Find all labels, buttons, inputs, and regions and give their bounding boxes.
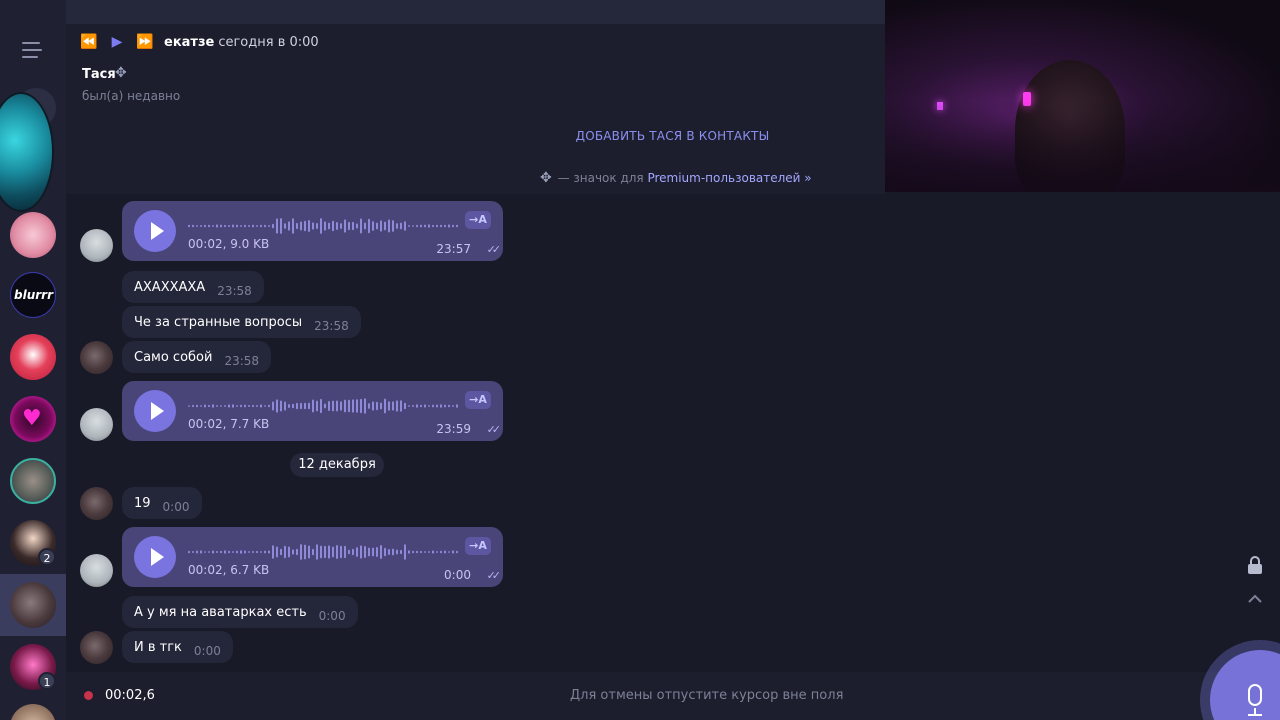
sender-avatar[interactable] [80, 408, 113, 441]
webcam-overlay [885, 0, 1280, 192]
sender-avatar[interactable] [80, 554, 113, 587]
voice-waveform[interactable] [188, 397, 458, 415]
chat-avatar-active[interactable] [10, 582, 56, 628]
voice-message: 00:02, 6.7 KB →A 0:00 ✓✓ [122, 527, 503, 587]
add-contact-button[interactable]: ДОБАВИТЬ ТАСЯ В КОНТАКТЫ [540, 129, 805, 143]
voice-message: 00:02, 7.7 KB →A 23:59 ✓✓ [122, 381, 503, 441]
voice-play-button[interactable] [134, 210, 176, 252]
chat-avatar[interactable] [10, 458, 56, 504]
voice-waveform[interactable] [188, 543, 458, 561]
text-message: А у мя на аватарках есть 0:00 [122, 596, 358, 628]
voice-waveform[interactable] [188, 217, 458, 235]
telegram-window: blurrr ♥ 2 1 ⏪ ▶ ⏩ екатзе сегодня в 0:00… [0, 0, 1280, 720]
audio-player-bar: ⏪ ▶ ⏩ екатзе сегодня в 0:00 [80, 32, 319, 52]
text-message: АХАХХАХА 23:58 [122, 271, 264, 303]
premium-note: ✥ — значок для Premium-пользователей » [540, 170, 812, 186]
read-checkmarks-icon: ✓✓ [486, 569, 502, 582]
chat-avatar[interactable] [10, 334, 56, 380]
record-voice-button[interactable] [1210, 650, 1280, 720]
recording-time: 00:02,6 [105, 688, 155, 703]
previous-track-icon[interactable]: ⏪ [80, 34, 98, 50]
read-checkmarks-icon: ✓✓ [486, 423, 502, 436]
unread-badge: 1 [38, 672, 56, 690]
chevron-up-icon[interactable] [1244, 588, 1266, 610]
menu-icon[interactable] [22, 42, 44, 58]
text-message: Само собой 23:58 [122, 341, 272, 373]
sender-avatar[interactable] [80, 487, 113, 520]
voice-meta: 00:02, 9.0 KB [188, 237, 270, 251]
message-time: 23:58 [217, 284, 252, 298]
message-text: И в тгк [134, 639, 182, 655]
next-track-icon[interactable]: ⏩ [136, 34, 154, 50]
message-text: Че за странные вопросы [134, 314, 303, 330]
recording-hint: Для отмены отпустите курсор вне поля [570, 688, 844, 703]
voice-meta: 00:02, 7.7 KB [188, 417, 270, 431]
voice-meta: 00:02, 6.7 KB [188, 563, 270, 577]
chat-avatar[interactable]: blurrr [10, 272, 56, 318]
chat-avatar[interactable] [10, 212, 56, 258]
recording-dot-icon [84, 691, 93, 700]
blurrr-logo: blurrr [14, 288, 53, 302]
unread-badge: 2 [38, 548, 56, 566]
microphone-icon [1248, 684, 1262, 706]
chat-list-sidebar: blurrr ♥ 2 1 [0, 0, 66, 720]
lock-icon[interactable] [1244, 554, 1266, 576]
voice-play-button[interactable] [134, 536, 176, 578]
chat-avatar[interactable]: ♥ [10, 396, 56, 442]
sender-avatar[interactable] [80, 229, 113, 262]
premium-link[interactable]: Premium-пользователей » [647, 171, 811, 185]
play-icon[interactable]: ▶ [108, 34, 126, 50]
premium-star-icon: ✥ [115, 65, 127, 81]
webcam-shade [885, 100, 1280, 192]
message-time: 0:00 [193, 644, 221, 658]
text-message: Че за странные вопросы 23:58 [122, 306, 361, 338]
title-bar [66, 0, 886, 24]
message-time: 23:57 [436, 242, 471, 256]
message-text: А у мя на аватарках есть [134, 604, 307, 620]
message-time: 0:00 [318, 609, 346, 623]
player-track-name: екатзе [164, 34, 215, 50]
message-text: АХАХХАХА [134, 279, 206, 295]
message-time: 0:00 [162, 500, 190, 514]
premium-star-icon: ✥ [540, 170, 552, 186]
date-separator: 12 декабря [290, 453, 384, 477]
transcribe-button[interactable]: →A [465, 211, 491, 229]
text-message: И в тгк 0:00 [122, 631, 233, 663]
message-time: 23:58 [314, 319, 349, 333]
premium-note-text: — значок для [557, 171, 648, 185]
voice-play-button[interactable] [134, 390, 176, 432]
message-time: 23:59 [436, 422, 471, 436]
transcribe-button[interactable]: →A [465, 537, 491, 555]
microphone-base [1248, 714, 1262, 716]
voice-message: 00:02, 9.0 KB →A 23:57 ✓✓ [122, 201, 503, 261]
contact-name[interactable]: Тася [82, 67, 116, 82]
chat-avatar[interactable] [10, 704, 56, 720]
message-time: 23:58 [224, 354, 260, 368]
message-text: Само собой [134, 349, 213, 365]
contact-status: был(а) недавно [82, 89, 181, 103]
message-text: 19 [134, 495, 151, 511]
broken-heart-icon: ♥ [22, 406, 42, 431]
read-checkmarks-icon: ✓✓ [486, 243, 502, 256]
transcribe-button[interactable]: →A [465, 391, 491, 409]
sender-avatar[interactable] [80, 341, 113, 374]
player-track-time: сегодня в 0:00 [218, 34, 319, 50]
text-message: 19 0:00 [122, 487, 202, 519]
message-time: 0:00 [444, 568, 471, 582]
sender-avatar[interactable] [80, 631, 113, 664]
